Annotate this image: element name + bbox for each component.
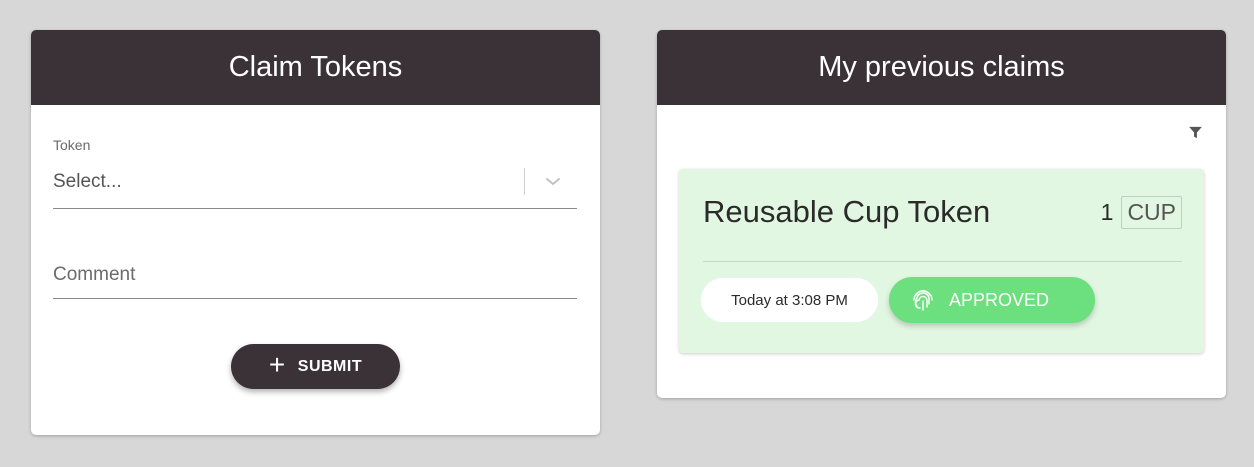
previous-claims-header: My previous claims [657,30,1226,105]
fingerprint-icon [913,290,933,311]
filter-icon[interactable] [1187,124,1204,141]
previous-claims-card: My previous claims Reusable Cup Token 1 … [657,30,1226,398]
chevron-down-icon[interactable] [541,170,565,194]
claim-status-label: APPROVED [949,289,1050,310]
claim-status-badge[interactable]: APPROVED [889,277,1095,323]
submit-label: SUBMIT [297,357,363,375]
claim-quantity: 1 [1100,199,1114,225]
claim-token-name: Reusable Cup Token [703,194,991,229]
submit-button[interactable]: + SUBMIT [231,344,400,389]
select-separator [524,168,525,195]
claim-tokens-header: Claim Tokens [31,30,600,105]
claim-amount: 1 CUP [1101,196,1182,229]
token-select[interactable]: Select... [53,166,577,209]
claim-tokens-card: Claim Tokens Token Select... Comment + S… [31,30,600,435]
token-select-placeholder: Select... [53,171,122,192]
claim-unit-badge: CUP [1121,196,1182,229]
comment-field[interactable]: Comment [53,260,577,299]
claim-time-chip: Today at 3:08 PM [701,278,878,322]
claim-item[interactable]: Reusable Cup Token 1 CUP Today at 3:08 P… [679,169,1204,353]
plus-icon: + [268,349,286,380]
claim-divider [703,261,1182,262]
comment-placeholder: Comment [53,264,136,285]
token-label: Token [53,137,91,153]
